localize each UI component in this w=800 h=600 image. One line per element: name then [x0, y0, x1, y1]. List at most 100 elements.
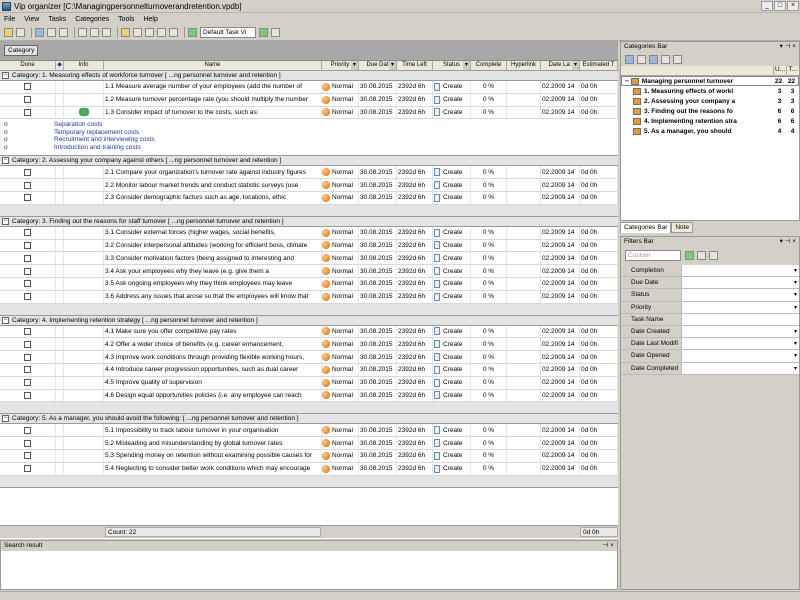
complete-cell[interactable]: 0 % [471, 290, 507, 303]
complete-cell[interactable]: 0 % [471, 376, 507, 389]
tab-categories-bar[interactable]: Categories Bar [620, 222, 672, 233]
undo-icon[interactable] [121, 28, 130, 37]
task-name[interactable]: 5.3 Spending money on retention without … [104, 449, 322, 462]
priority-cell[interactable]: Normal [322, 338, 359, 351]
move-icon[interactable] [169, 28, 178, 37]
filter-value[interactable] [681, 313, 799, 325]
print-preview-icon[interactable] [59, 28, 68, 37]
task-name[interactable]: 4.3 Improve work conditions through prov… [104, 351, 322, 363]
category-group-header[interactable]: − Category: 5. As a manager, you should a… [0, 414, 618, 425]
status-cell[interactable]: Create [433, 363, 471, 376]
more-category-icon[interactable] [673, 54, 682, 64]
done-checkbox[interactable] [24, 366, 31, 374]
done-checkbox[interactable] [24, 168, 31, 176]
collapse-toggle-icon[interactable]: − [2, 316, 9, 324]
complete-cell[interactable]: 0 % [471, 252, 507, 265]
priority-cell[interactable]: Normal [322, 351, 359, 363]
save-icon[interactable] [35, 28, 44, 37]
priority-cell[interactable]: Normal [322, 437, 359, 449]
col-done[interactable]: Done [0, 61, 56, 70]
due-date[interactable]: 30.08.2015 [359, 179, 397, 191]
status-cell[interactable]: Create [433, 265, 471, 277]
status-cell[interactable]: Create [433, 290, 471, 303]
filter-value[interactable] [681, 325, 799, 338]
complete-cell[interactable]: 0 % [471, 363, 507, 376]
new-task-icon[interactable] [16, 28, 25, 37]
hyperlink-cell[interactable] [507, 437, 541, 449]
priority-cell[interactable]: Normal [322, 325, 359, 338]
hyperlink-cell[interactable] [507, 191, 541, 204]
status-cell[interactable]: Create [433, 437, 471, 449]
priority-cell[interactable]: Normal [322, 424, 359, 437]
status-cell[interactable]: Create [433, 106, 471, 119]
task-row[interactable]: 1.3 Consider impact of turnover to the c… [0, 106, 618, 120]
menu-help[interactable]: Help [143, 16, 157, 23]
status-cell[interactable]: Create [433, 179, 471, 191]
redo-icon[interactable] [133, 28, 142, 37]
copy-icon[interactable] [90, 28, 99, 37]
category-tree-item[interactable]: 2. Assessing your company a 33 [621, 96, 799, 106]
view-icon[interactable] [188, 28, 197, 37]
task-name[interactable]: 3.2 Consider interpersonal attitudes (wo… [104, 239, 322, 252]
group-by-category-button[interactable]: Category [4, 45, 39, 56]
done-checkbox[interactable] [24, 465, 31, 473]
category-group-header[interactable]: − Category: 2. Assessing your company aga… [0, 156, 618, 167]
task-name[interactable]: 5.2 Misleading and misunderstanding by g… [104, 437, 322, 449]
status-cell[interactable]: Create [433, 239, 471, 252]
status-cell[interactable]: Create [433, 226, 471, 239]
done-checkbox[interactable] [24, 280, 31, 288]
clear-filter-icon[interactable] [697, 250, 706, 260]
task-name[interactable]: 2.2 Monitor labour market trends and con… [104, 179, 322, 191]
due-date[interactable]: 30.08.2015 [359, 376, 397, 389]
status-cell[interactable]: Create [433, 252, 471, 265]
done-checkbox[interactable] [24, 194, 31, 202]
filter-value[interactable] [681, 301, 799, 313]
due-date[interactable]: 30.08.2015 [359, 389, 397, 402]
task-name[interactable]: 3.5 Ask ongoing employees why they think… [104, 277, 322, 290]
hyperlink-cell[interactable] [507, 106, 541, 119]
tab-note[interactable]: Note [671, 222, 694, 233]
priority-cell[interactable]: Normal [322, 93, 359, 106]
status-cell[interactable]: Create [433, 93, 471, 106]
due-date[interactable]: 30.08.2015 [359, 265, 397, 277]
done-checkbox[interactable] [24, 267, 31, 275]
filter-value[interactable] [681, 265, 799, 277]
new-file-icon[interactable] [4, 28, 13, 37]
hyperlink-cell[interactable] [507, 389, 541, 402]
done-checkbox[interactable] [24, 379, 31, 387]
col-estimated[interactable]: Estimated T [580, 61, 618, 70]
due-date[interactable]: 30.08.2015 [359, 93, 397, 106]
priority-cell[interactable]: Normal [322, 252, 359, 265]
task-row[interactable]: 1.1 Measure average number of your emplo… [0, 81, 618, 94]
hyperlink-cell[interactable] [507, 424, 541, 437]
complete-cell[interactable]: 0 % [471, 462, 507, 475]
priority-cell[interactable]: Normal [322, 265, 359, 277]
collapse-toggle-icon[interactable]: − [2, 217, 9, 225]
col-hyperlink[interactable]: Hyperlink [507, 61, 541, 70]
status-cell[interactable]: Create [433, 166, 471, 179]
complete-cell[interactable]: 0 % [471, 93, 507, 106]
category-group-header[interactable]: − Category: 4. Implementing retention str… [0, 315, 618, 326]
done-checkbox[interactable] [24, 96, 31, 104]
hyperlink-cell[interactable] [507, 325, 541, 338]
task-row[interactable]: 4.2 Offer a wider choice of benefits (e.… [0, 338, 618, 352]
col-status[interactable]: Status [433, 61, 471, 70]
priority-cell[interactable]: Normal [322, 449, 359, 462]
task-row[interactable]: 5.3 Spending money on retention without … [0, 449, 618, 463]
minimize-button[interactable]: _ [761, 1, 773, 11]
menu-view[interactable]: View [24, 16, 39, 23]
hyperlink-cell[interactable] [507, 462, 541, 475]
task-row[interactable]: 3.4 Ask your employees why they leave (e… [0, 265, 618, 278]
hyperlink-cell[interactable] [507, 179, 541, 191]
col-timeleft[interactable]: Time Left [397, 61, 433, 70]
task-name[interactable]: 2.3 Consider demographic factors such as… [104, 191, 322, 204]
due-date[interactable]: 30.08.2015 [359, 437, 397, 449]
priority-cell[interactable]: Normal [322, 389, 359, 402]
task-row[interactable]: 4.3 Improve work conditions through prov… [0, 351, 618, 364]
due-date[interactable]: 30.08.2015 [359, 462, 397, 475]
hyperlink-cell[interactable] [507, 93, 541, 106]
status-cell[interactable]: Create [433, 81, 471, 93]
done-checkbox[interactable] [24, 327, 31, 335]
complete-cell[interactable]: 0 % [471, 338, 507, 351]
done-checkbox[interactable] [24, 293, 31, 301]
